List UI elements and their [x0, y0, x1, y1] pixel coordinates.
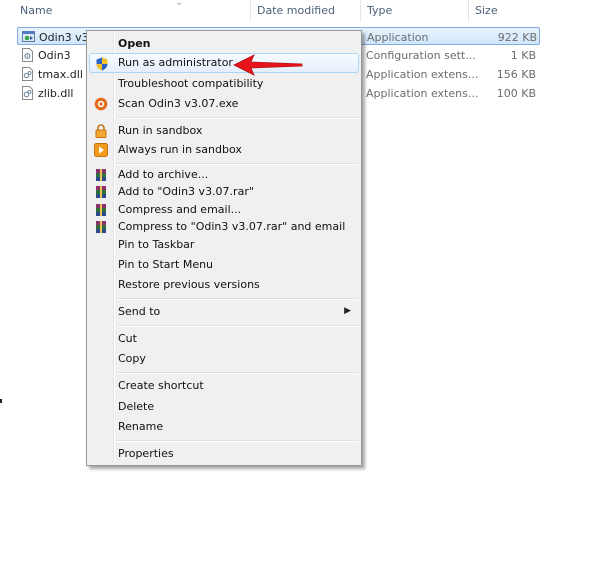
menu-item-label: Troubleshoot compatibility	[118, 77, 264, 90]
file-type: Application	[367, 31, 429, 44]
menu-item-open[interactable]: Open	[89, 34, 359, 54]
menu-item-compress-to-rar-and-email[interactable]: Compress to "Odin3 v3.07.rar" and email	[89, 217, 359, 237]
menu-item-rename[interactable]: Rename	[89, 417, 359, 437]
column-header-date-modified[interactable]: Date modified	[257, 4, 335, 17]
menu-item-restore-previous-versions[interactable]: Restore previous versions	[89, 275, 359, 295]
file-name: zlib.dll	[38, 87, 74, 100]
menu-item-label: Compress and email...	[118, 203, 242, 216]
window-edge-mark	[0, 399, 2, 403]
menu-item-label: Delete	[118, 400, 155, 413]
column-header-size[interactable]: Size	[475, 4, 498, 17]
menu-item-cut[interactable]: Cut	[89, 329, 359, 349]
antivirus-icon	[94, 97, 108, 111]
menu-item-label: Add to archive...	[118, 168, 209, 181]
application-icon	[22, 31, 35, 42]
menu-item-add-to-rar[interactable]: Add to "Odin3 v3.07.rar"	[89, 182, 359, 202]
menu-item-always-run-in-sandbox[interactable]: Always run in sandbox	[89, 140, 359, 160]
menu-item-properties[interactable]: Properties	[89, 444, 359, 464]
file-type: Application extens...	[366, 87, 479, 100]
winrar-icon	[96, 204, 106, 216]
column-divider[interactable]	[360, 0, 361, 22]
column-divider[interactable]	[250, 0, 251, 22]
file-size: 1 KB	[510, 49, 536, 62]
menu-separator	[117, 298, 359, 300]
file-name: tmax.dll	[38, 68, 83, 81]
winrar-icon	[96, 186, 106, 198]
menu-separator	[117, 117, 359, 119]
context-menu: Open Run as administrator Troubleshoot c…	[86, 30, 362, 466]
column-divider[interactable]	[468, 0, 469, 22]
annotation-arrow-icon	[233, 54, 303, 76]
menu-item-label: Add to "Odin3 v3.07.rar"	[118, 185, 254, 198]
file-type: Application extens...	[366, 68, 479, 81]
menu-item-label: Pin to Taskbar	[118, 238, 195, 251]
menu-item-label: Copy	[118, 352, 146, 365]
menu-item-run-as-administrator[interactable]: Run as administrator	[89, 53, 359, 73]
uac-shield-icon	[96, 57, 108, 71]
menu-separator	[117, 440, 359, 442]
file-size: 100 KB	[496, 87, 536, 100]
menu-item-label: Restore previous versions	[118, 278, 260, 291]
menu-item-troubleshoot-compatibility[interactable]: Troubleshoot compatibility	[89, 74, 359, 94]
menu-item-label: Compress to "Odin3 v3.07.rar" and email	[118, 220, 346, 233]
menu-item-label: Run in sandbox	[118, 124, 203, 137]
dll-file-icon	[22, 86, 33, 100]
column-header-type[interactable]: Type	[367, 4, 392, 17]
menu-item-label: Properties	[118, 447, 174, 460]
menu-item-send-to[interactable]: Send to ▶	[89, 302, 359, 322]
menu-item-label: Always run in sandbox	[118, 143, 242, 156]
file-size: 922 KB	[497, 31, 537, 44]
file-size: 156 KB	[496, 68, 536, 81]
file-type: Configuration sett...	[366, 49, 476, 62]
menu-item-pin-to-taskbar[interactable]: Pin to Taskbar	[89, 235, 359, 255]
menu-item-label: Create shortcut	[118, 379, 204, 392]
menu-item-label: Open	[118, 37, 151, 50]
menu-item-delete[interactable]: Delete	[89, 397, 359, 417]
menu-item-label: Pin to Start Menu	[118, 258, 214, 271]
winrar-icon	[96, 169, 106, 181]
menu-item-label: Send to	[118, 305, 161, 318]
config-file-icon	[22, 48, 33, 62]
sandbox-arrow-icon	[94, 143, 108, 157]
column-header-name[interactable]: Name	[20, 4, 52, 17]
menu-item-scan[interactable]: Scan Odin3 v3.07.exe	[89, 94, 359, 114]
menu-item-label: Run as administrator	[118, 56, 233, 69]
file-name: Odin3	[38, 49, 71, 62]
menu-item-label: Cut	[118, 332, 137, 345]
menu-item-run-in-sandbox[interactable]: Run in sandbox	[89, 121, 359, 141]
sandbox-lock-icon	[95, 124, 107, 138]
submenu-arrow-icon: ▶	[344, 306, 351, 316]
winrar-icon	[96, 221, 106, 233]
menu-separator	[117, 325, 359, 327]
menu-item-pin-to-start-menu[interactable]: Pin to Start Menu	[89, 255, 359, 275]
menu-item-copy[interactable]: Copy	[89, 349, 359, 369]
menu-item-create-shortcut[interactable]: Create shortcut	[89, 376, 359, 396]
column-header: Name ⌄ Date modified Type Size	[0, 0, 600, 22]
menu-separator	[117, 372, 359, 374]
menu-item-label: Rename	[118, 420, 164, 433]
menu-item-label: Scan Odin3 v3.07.exe	[118, 97, 239, 110]
dll-file-icon	[22, 67, 33, 81]
sort-caret-icon: ⌄	[175, 0, 184, 8]
